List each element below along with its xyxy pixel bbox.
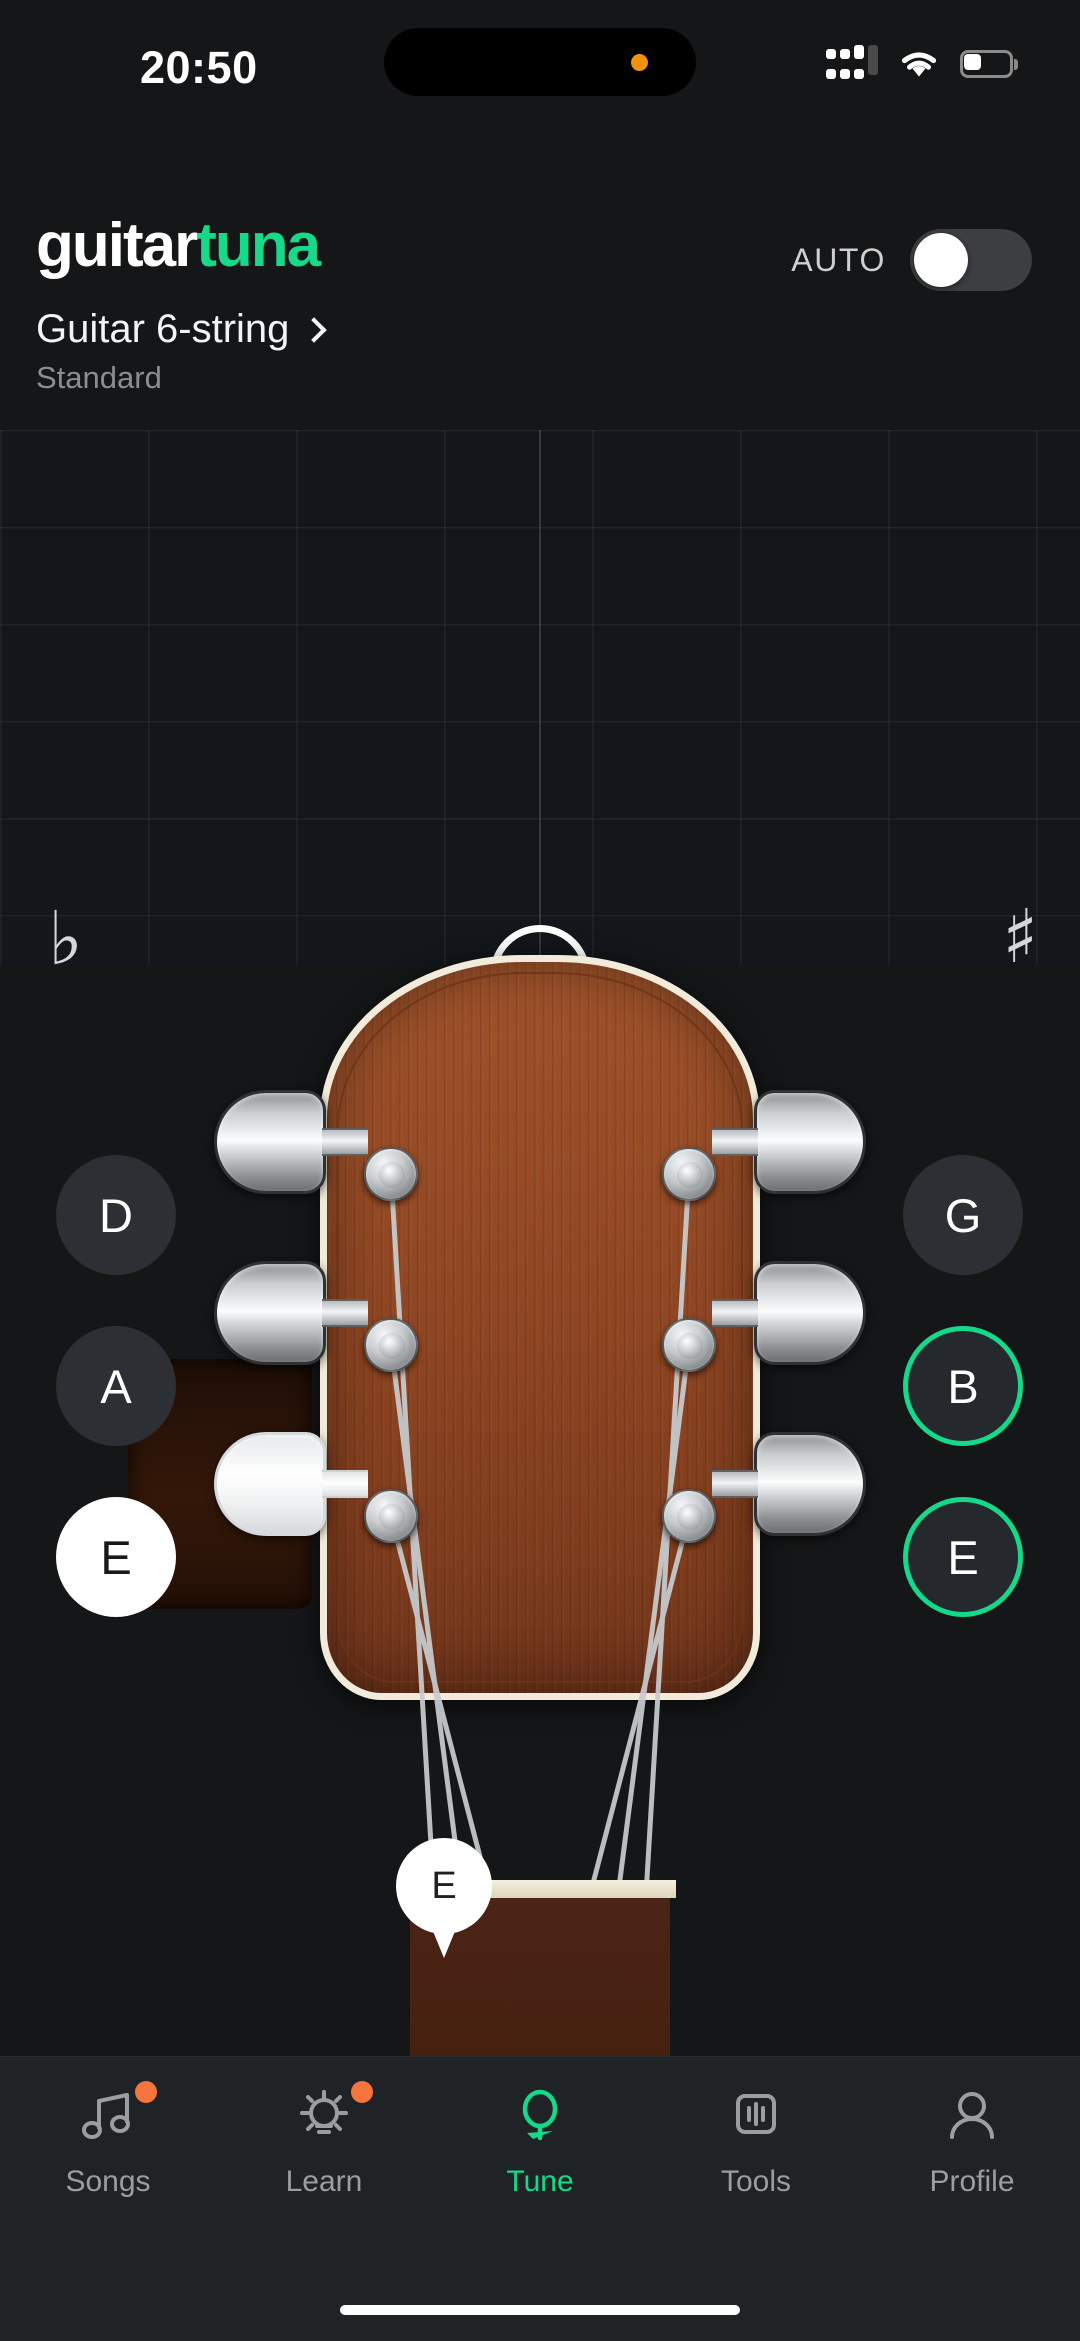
status-bar: 20:50	[0, 0, 1080, 130]
string-post-a	[364, 1318, 418, 1372]
string-post-g	[662, 1147, 716, 1201]
tuning-fork-icon	[509, 2085, 571, 2147]
string-button-e-high[interactable]: E	[903, 1497, 1023, 1617]
guitartuna-app-screen: 20:50 guitartuna AUTO Guitar 6-string St…	[0, 0, 1080, 2341]
tuning-peg-b[interactable]	[712, 1261, 866, 1365]
string-button-d[interactable]: D	[56, 1155, 176, 1275]
tuning-peg-g[interactable]	[712, 1090, 866, 1194]
person-icon	[941, 2085, 1003, 2147]
auto-toggle-switch[interactable]	[910, 229, 1032, 291]
tab-songs[interactable]: Songs	[0, 2081, 216, 2272]
string-button-a[interactable]: A	[56, 1326, 176, 1446]
meter-center-line	[539, 430, 541, 965]
tuning-meter-grid: ♭ ♯	[0, 430, 1080, 965]
battery-icon	[960, 49, 1018, 78]
logo-text-tuna: tuna	[196, 211, 321, 280]
tab-label-tools: Tools	[720, 2165, 792, 2198]
current-note-label: E	[396, 1838, 492, 1934]
status-bar-indicators	[826, 44, 1018, 79]
tab-label-profile: Profile	[929, 2165, 1015, 2198]
auto-toggle-label: AUTO	[791, 241, 886, 278]
string-button-g[interactable]: G	[903, 1155, 1023, 1275]
tab-label-tune: Tune	[506, 2165, 574, 2198]
guitartuna-logo: guitartuna	[36, 215, 321, 277]
auto-tune-control[interactable]: AUTO	[791, 229, 1032, 291]
equalizer-icon	[725, 2085, 787, 2147]
tab-label-learn: Learn	[285, 2165, 363, 2198]
status-bar-time: 20:50	[140, 42, 258, 93]
auto-toggle-knob	[914, 233, 968, 287]
bottom-navigation-bar: Songs Learn Tune Tools Profile	[0, 2056, 1080, 2341]
string-post-b	[662, 1318, 716, 1372]
tab-tools[interactable]: Tools	[648, 2085, 864, 2272]
current-note-badge: E	[396, 1838, 492, 1958]
lightbulb-icon	[293, 2081, 373, 2147]
logo-text-guitar: guitar	[36, 211, 198, 280]
wifi-icon	[901, 52, 937, 77]
tuning-peg-a[interactable]	[214, 1261, 368, 1365]
instrument-selector[interactable]: Guitar 6-string Standard	[36, 307, 328, 396]
string-post-e-low	[364, 1489, 418, 1543]
tab-profile[interactable]: Profile	[864, 2085, 1080, 2272]
home-indicator[interactable]	[340, 2305, 740, 2315]
tuning-peg-d[interactable]	[214, 1090, 368, 1194]
chevron-right-icon	[301, 316, 328, 343]
tuning-preset-label: Standard	[36, 360, 162, 395]
dynamic-island[interactable]	[384, 28, 696, 96]
orange-dot-icon	[631, 54, 648, 71]
tab-label-songs: Songs	[65, 2165, 151, 2198]
sharp-symbol-icon: ♯	[1002, 894, 1038, 965]
tab-learn[interactable]: Learn	[216, 2081, 432, 2272]
songs-badge-dot	[135, 2081, 157, 2103]
string-post-d	[364, 1147, 418, 1201]
music-note-icon	[77, 2081, 157, 2147]
tuning-peg-e-low[interactable]	[214, 1432, 368, 1536]
flat-symbol-icon: ♭	[48, 896, 83, 965]
tab-tune[interactable]: Tune	[432, 2085, 648, 2272]
string-post-e-high	[662, 1489, 716, 1543]
cellular-signal-icon	[826, 44, 878, 79]
instrument-name: Guitar 6-string	[36, 307, 290, 351]
badge-pointer-icon	[430, 1924, 458, 1958]
string-button-b[interactable]: B	[903, 1326, 1023, 1446]
learn-badge-dot	[351, 2081, 373, 2103]
tuning-peg-e-high[interactable]	[712, 1432, 866, 1536]
string-button-e-low[interactable]: E	[56, 1497, 176, 1617]
